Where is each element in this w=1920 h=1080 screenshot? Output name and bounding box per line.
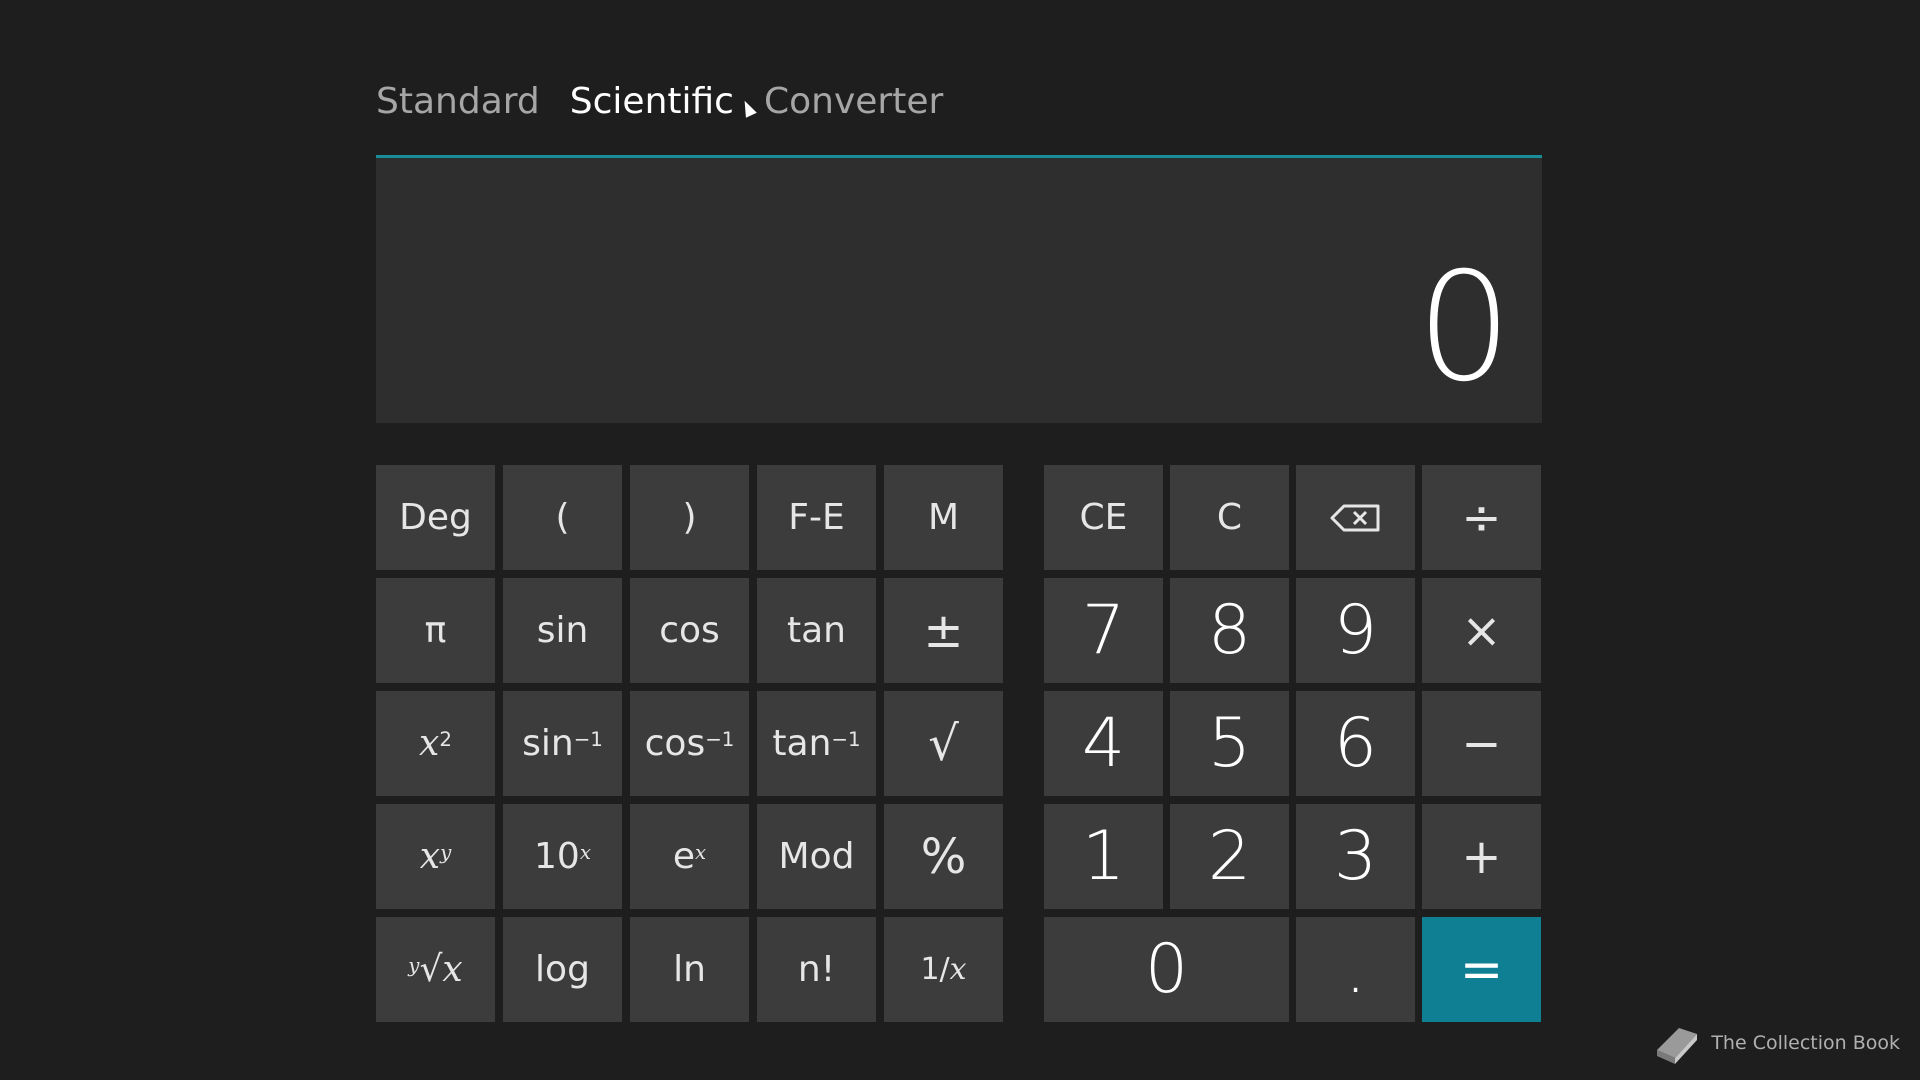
power-button[interactable]: xy (376, 804, 495, 909)
ten-power-button[interactable]: 10 x (503, 804, 622, 909)
digit-4-button[interactable]: 4 (1044, 691, 1163, 796)
exp-button[interactable]: ex (630, 804, 749, 909)
result-display: 0 (376, 155, 1542, 423)
clear-button[interactable]: C (1170, 465, 1289, 570)
minus-button[interactable]: − (1422, 691, 1541, 796)
square-button[interactable]: x2 (376, 691, 495, 796)
right-paren-button[interactable]: ) (630, 465, 749, 570)
factorial-button[interactable]: n! (757, 917, 876, 1022)
digit-8-button[interactable]: 8 (1170, 578, 1289, 683)
scientific-keypad: Deg ( ) F-E M π sin cos tan ± x2 sin −1 c… (376, 465, 1003, 1022)
tab-converter[interactable]: Converter (764, 72, 943, 132)
exp-base: e (672, 836, 695, 877)
mod-button[interactable]: Mod (757, 804, 876, 909)
book-icon (1657, 1028, 1698, 1064)
memory-button[interactable]: M (884, 465, 1003, 570)
tan-button[interactable]: tan (757, 578, 876, 683)
exp-exponent: x (695, 841, 707, 865)
equals-button[interactable]: = (1422, 917, 1541, 1022)
arccos-button[interactable]: cos −1 (630, 691, 749, 796)
arctan-base: tan (772, 723, 832, 764)
plus-button[interactable]: + (1422, 804, 1541, 909)
square-exponent: 2 (439, 728, 452, 752)
tab-standard[interactable]: Standard (376, 72, 540, 132)
arctan-exponent: −1 (831, 728, 861, 752)
percent-button[interactable]: % (884, 804, 1003, 909)
digit-9-button[interactable]: 9 (1296, 578, 1415, 683)
clear-entry-button[interactable]: CE (1044, 465, 1163, 570)
root-sign: √ (419, 949, 443, 990)
power-exponent: y (440, 841, 452, 865)
log-button[interactable]: log (503, 917, 622, 1022)
reciprocal-variable: x (949, 952, 967, 987)
fe-button[interactable]: F-E (757, 465, 876, 570)
square-root-button[interactable]: √ (884, 691, 1003, 796)
digit-6-button[interactable]: 6 (1296, 691, 1415, 796)
watermark: The Collection Book (1649, 1020, 1900, 1066)
cos-button[interactable]: cos (630, 578, 749, 683)
digit-0-button[interactable]: 0 (1044, 917, 1289, 1022)
reciprocal-numerator: 1/ (920, 952, 950, 987)
arctan-button[interactable]: tan −1 (757, 691, 876, 796)
tab-scientific[interactable]: Scientific (570, 72, 734, 132)
multiply-button[interactable]: × (1422, 578, 1541, 683)
sin-button[interactable]: sin (503, 578, 622, 683)
digit-5-button[interactable]: 5 (1170, 691, 1289, 796)
numeric-keypad: CE C ÷ 7 8 9 × 4 5 6 − 1 2 3 + 0 . = (1044, 465, 1542, 1022)
digit-3-button[interactable]: 3 (1296, 804, 1415, 909)
left-paren-button[interactable]: ( (503, 465, 622, 570)
square-base: x (419, 723, 440, 764)
ten-power-base: 10 (534, 836, 580, 877)
arcsin-exponent: −1 (573, 728, 603, 752)
arccos-base: cos (644, 723, 706, 764)
arccos-exponent: −1 (705, 728, 735, 752)
display-value: 0 (1416, 241, 1512, 415)
power-base: x (419, 836, 441, 877)
digit-1-button[interactable]: 1 (1044, 804, 1163, 909)
reciprocal-button[interactable]: 1/x (884, 917, 1003, 1022)
yth-root-button[interactable]: y √ x (376, 917, 495, 1022)
divide-button[interactable]: ÷ (1422, 465, 1541, 570)
mode-tabs: Standard Scientific Converter (376, 72, 973, 132)
ten-power-exponent: x (579, 841, 591, 865)
digit-7-button[interactable]: 7 (1044, 578, 1163, 683)
ln-button[interactable]: ln (630, 917, 749, 1022)
root-variable: x (442, 949, 463, 990)
pi-button[interactable]: π (376, 578, 495, 683)
backspace-button[interactable] (1296, 465, 1415, 570)
deg-button[interactable]: Deg (376, 465, 495, 570)
digit-2-button[interactable]: 2 (1170, 804, 1289, 909)
backspace-icon (1330, 504, 1379, 531)
plus-minus-button[interactable]: ± (884, 578, 1003, 683)
root-index: y (408, 954, 420, 978)
decimal-point-button[interactable]: . (1296, 917, 1415, 1022)
watermark-text: The Collection Book (1711, 1032, 1900, 1054)
arcsin-button[interactable]: sin −1 (503, 691, 622, 796)
arcsin-base: sin (522, 723, 574, 764)
